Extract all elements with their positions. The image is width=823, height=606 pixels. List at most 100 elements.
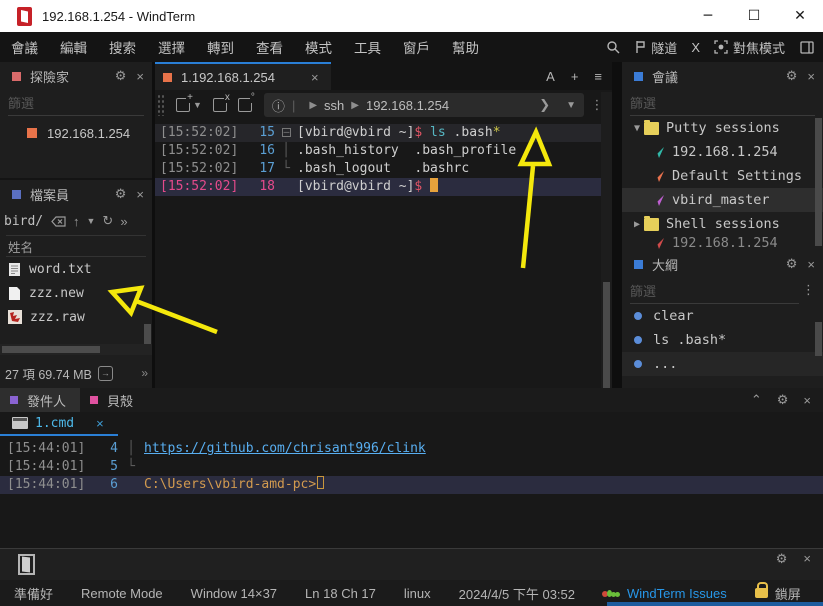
splitter-left[interactable]	[152, 62, 155, 388]
menu-select[interactable]: 選擇	[147, 37, 196, 57]
file-row[interactable]: zzz.new	[0, 281, 152, 305]
cmd-output[interactable]: [15:44:01] 4 │ https://github.com/chrisa…	[0, 436, 823, 548]
focus-mode-button[interactable]: 對焦模式	[714, 38, 785, 57]
menu-mode[interactable]: 模式	[294, 37, 343, 57]
file-row[interactable]: word.txt	[0, 257, 152, 281]
subtab-close-icon[interactable]: ×	[96, 416, 104, 431]
explorer-filter-input[interactable]	[8, 96, 144, 111]
layout-icon[interactable]	[799, 39, 815, 55]
menu-session[interactable]: 會議	[0, 37, 49, 57]
mode-status[interactable]: Remote Mode	[81, 586, 163, 601]
close-icon[interactable]: ×	[136, 69, 144, 84]
menu-edit[interactable]: 編輯	[49, 37, 98, 57]
menu-window[interactable]: 窗戶	[392, 37, 441, 57]
close-icon[interactable]: ×	[807, 69, 815, 84]
session-item[interactable]: Default Settings	[622, 164, 823, 188]
session-new-icon[interactable]: +	[176, 98, 190, 112]
caret-down-icon[interactable]: ▼	[630, 123, 644, 134]
session-item-clipped[interactable]: 192.168.1.254	[622, 236, 823, 250]
cmd-subtab[interactable]: 1.cmd ×	[0, 412, 118, 436]
terminal-scrollbar[interactable]	[601, 92, 612, 388]
refresh-icon[interactable]: ↻	[102, 213, 113, 229]
tab-menu-button[interactable]: ≡	[594, 69, 602, 84]
font-size-button[interactable]: A	[546, 69, 555, 84]
more-toolbar-icon[interactable]: »	[120, 214, 127, 229]
menu-search[interactable]: 搜索	[98, 37, 147, 57]
cursor-position-status[interactable]: Ln 18 Ch 17	[305, 586, 376, 601]
maximize-button[interactable]: ☐	[731, 0, 777, 32]
menu-tools[interactable]: 工具	[343, 37, 392, 57]
clink-link[interactable]: https://github.com/chrisant996/clink	[144, 440, 426, 458]
tab-shell[interactable]: 貝殼	[80, 388, 147, 412]
session-item[interactable]: 192.168.1.254	[622, 140, 823, 164]
terminal-output[interactable]: [15:52:02] 15 － [vbird@vbird ~]$ ls .bas…	[155, 120, 612, 196]
chevron-up-icon[interactable]: ⌃	[751, 392, 762, 408]
explorer-host-item[interactable]: 192.168.1.254	[0, 120, 152, 146]
fold-toggle-icon[interactable]: －	[275, 124, 297, 142]
gear-icon[interactable]: ⚙	[776, 551, 788, 567]
caret-right-icon[interactable]: ▶	[630, 219, 644, 230]
menu-help[interactable]: 幫助	[441, 37, 490, 57]
x-server-button[interactable]: X	[691, 40, 700, 55]
new-tab-button[interactable]: +	[571, 69, 579, 84]
close-icon[interactable]: ×	[136, 187, 144, 202]
close-button[interactable]: ✕	[777, 0, 823, 32]
door-icon[interactable]	[18, 554, 35, 575]
gear-icon[interactable]: ⚙	[115, 186, 127, 202]
session-group[interactable]: ▶ Shell sessions	[622, 212, 823, 236]
tunnel-button[interactable]: 隧道	[635, 38, 677, 57]
menu-view[interactable]: 查看	[245, 37, 294, 57]
tab-close-icon[interactable]: ×	[311, 70, 319, 85]
outline-item[interactable]: ...	[622, 352, 823, 376]
gear-icon[interactable]: ⚙	[786, 256, 798, 272]
search-icon[interactable]	[605, 39, 621, 55]
sender-tab-label: 發件人	[27, 391, 66, 410]
file-row[interactable]: zzz.raw	[0, 305, 152, 329]
info-icon[interactable]: ⓘ	[272, 96, 285, 115]
gear-icon[interactable]: ⚙	[115, 68, 127, 84]
chevron-down-icon[interactable]: ▼	[87, 216, 96, 226]
file-path-input[interactable]	[4, 214, 44, 229]
sessions-filter-input[interactable]	[630, 96, 815, 111]
outline-filter-input[interactable]	[630, 284, 799, 299]
name-column-header[interactable]: 姓名	[6, 235, 146, 257]
session-clone-icon[interactable]: °	[238, 98, 252, 112]
gear-icon[interactable]: ⚙	[786, 68, 798, 84]
outline-item[interactable]: clear	[622, 304, 823, 328]
protocol-segment[interactable]: ssh	[324, 98, 344, 113]
chevron-down-icon[interactable]: ▼	[566, 100, 576, 111]
goto-folder-icon[interactable]: →	[98, 366, 113, 381]
session-close-icon[interactable]: x	[213, 98, 227, 112]
close-icon[interactable]: ×	[807, 257, 815, 272]
minimize-button[interactable]: ─	[685, 0, 731, 32]
windterm-issues-link[interactable]: WindTerm Issues	[603, 586, 727, 601]
terminal-tab[interactable]: 1.192.168.1.254 ×	[155, 62, 331, 90]
outline-item[interactable]: ls .bash*	[622, 328, 823, 352]
file-list-scrollbar[interactable]	[144, 324, 151, 346]
session-group[interactable]: ▼ Putty sessions	[622, 116, 823, 140]
session-item-selected[interactable]: vbird_master	[622, 188, 823, 212]
connection-address-bar[interactable]: ⓘ | ▶ ssh ▶ 192.168.1.254 ❯ ▼	[264, 93, 584, 117]
kebab-menu-icon[interactable]: ⋮	[802, 282, 815, 298]
lock-screen-button[interactable]: 鎖屏	[755, 584, 801, 603]
os-status[interactable]: linux	[404, 586, 431, 601]
gear-icon[interactable]: ⚙	[777, 392, 789, 408]
window-size-status[interactable]: Window 14×37	[191, 586, 277, 601]
drag-handle[interactable]	[157, 94, 165, 116]
chevron-down-icon[interactable]: ▼	[193, 100, 202, 110]
run-icon[interactable]: ❯	[539, 97, 550, 113]
file-list-hscrollbar[interactable]	[0, 344, 152, 355]
outline-panel-title: 大綱	[652, 255, 776, 274]
host-segment[interactable]: 192.168.1.254	[366, 98, 449, 113]
sessions-scrollbar[interactable]	[815, 118, 822, 246]
tab-sender[interactable]: 發件人	[0, 388, 80, 412]
menu-goto[interactable]: 轉到	[196, 37, 245, 57]
outline-scrollbar[interactable]	[815, 322, 822, 356]
close-icon[interactable]: ×	[803, 551, 811, 567]
backspace-icon[interactable]	[51, 216, 66, 227]
splitter-right[interactable]	[612, 62, 622, 388]
close-icon[interactable]: ×	[803, 393, 811, 408]
parent-folder-icon[interactable]: ↑	[73, 214, 80, 229]
more-status-icon[interactable]: »	[141, 366, 148, 380]
timestamp: [15:52:02]	[155, 124, 247, 142]
